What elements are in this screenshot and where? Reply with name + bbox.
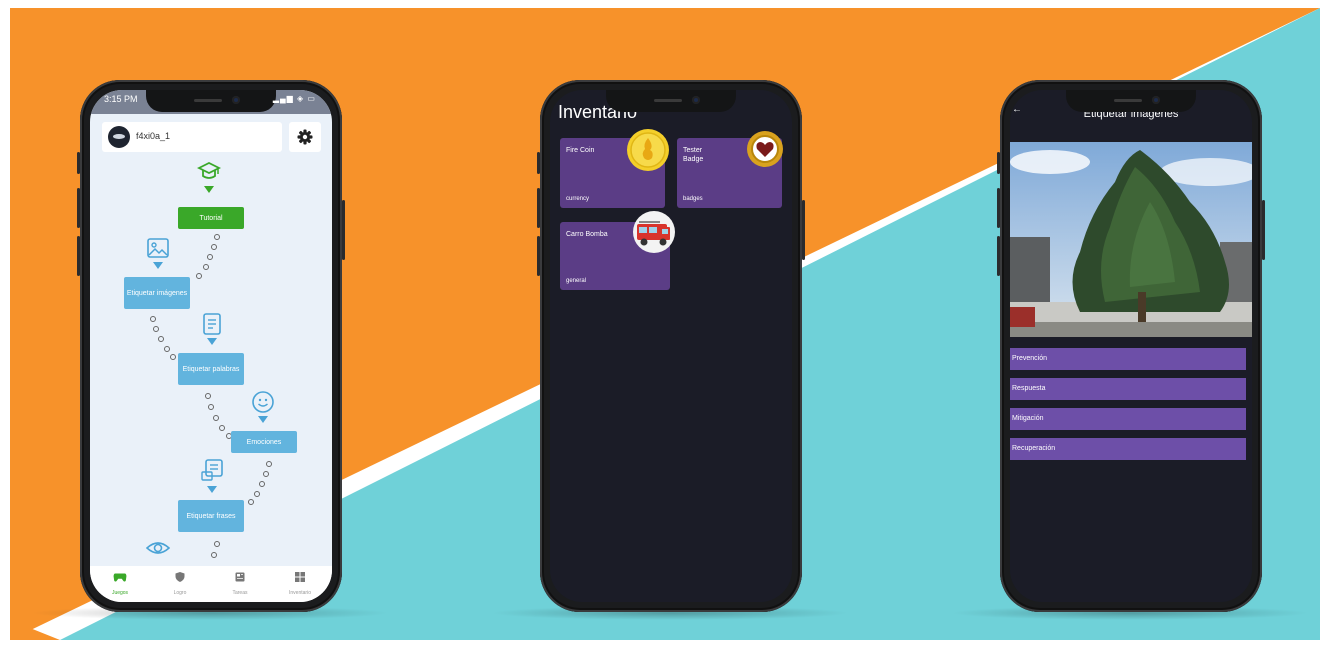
option-prevention-button[interactable]: Prevención <box>1010 348 1246 370</box>
volume-down-button <box>997 236 1000 276</box>
phrases-document-icon <box>201 459 223 481</box>
path-dot <box>208 404 214 410</box>
path-dot <box>150 316 156 322</box>
item-category: general <box>566 278 587 284</box>
nav-inventory-label: Inventario <box>289 590 311 596</box>
path-dot <box>203 264 209 270</box>
bottom-nav: Juegos Logro Tareas Inventario <box>90 566 332 602</box>
heart-badge-icon <box>747 131 783 167</box>
power-button <box>342 200 345 260</box>
item-name: Fire Coin <box>566 147 595 154</box>
fire-truck-icon <box>633 211 675 253</box>
item-name: Tester Badge <box>683 147 704 163</box>
nav-tasks-label: Tareas <box>232 590 248 596</box>
path-dot <box>205 393 211 399</box>
power-button <box>1262 200 1265 260</box>
option-recovery-button[interactable]: Recuperación <box>1010 438 1246 460</box>
path-dot <box>254 491 260 497</box>
path-dot <box>214 541 220 547</box>
settings-button[interactable] <box>289 122 321 152</box>
username: f4xi0a_1 <box>136 131 171 141</box>
notch <box>1066 90 1196 112</box>
path-dot <box>170 354 176 360</box>
newspaper-icon <box>235 572 245 582</box>
screen-games: 3:15 PM ▂▄▆ ◈ ▭ f4xi0a_1 Tutorial Etique… <box>90 90 332 602</box>
path-dot <box>158 336 164 342</box>
screen-label-images: ← Etiquetar imágenes Prevención Respuest… <box>1010 90 1252 602</box>
path-dot <box>211 244 217 250</box>
nav-achievements[interactable]: Logro <box>150 570 210 596</box>
volume-down-button <box>77 236 80 276</box>
gamepad-icon <box>113 573 127 582</box>
nav-achievements-label: Logro <box>173 590 187 596</box>
volume-up-button <box>77 188 80 228</box>
phone-inventory: Inventario Fire Coin currency Tester Bad… <box>537 80 805 612</box>
item-name: Carro Bomba <box>566 231 608 238</box>
path-dot <box>207 254 213 260</box>
smiley-icon <box>252 391 274 413</box>
status-icons: ▂▄▆ ◈ ▭ <box>272 94 316 103</box>
nav-inventory[interactable]: Inventario <box>270 570 330 596</box>
screen-inventory: Inventario Fire Coin currency Tester Bad… <box>550 90 792 602</box>
item-category: currency <box>566 196 590 202</box>
node-label-images[interactable]: Etiquetar imágenes <box>124 277 190 309</box>
notch <box>146 90 276 112</box>
path-dot <box>196 273 202 279</box>
item-category: badges <box>683 196 703 202</box>
path-dot <box>214 234 220 240</box>
volume-up-button <box>537 188 540 228</box>
power-button <box>802 200 805 260</box>
status-time: 3:15 PM <box>104 94 138 104</box>
path-dot <box>266 461 272 467</box>
node-label-words[interactable]: Etiquetar palabras <box>178 353 244 385</box>
document-icon <box>203 313 221 335</box>
user-profile-bar[interactable]: f4xi0a_1 <box>102 122 282 152</box>
option-response-button[interactable]: Respuesta <box>1010 378 1246 400</box>
path-dot <box>153 326 159 332</box>
volume-down-button <box>537 236 540 276</box>
arrow-down-icon <box>204 186 214 193</box>
nav-tasks[interactable]: Tareas <box>210 570 270 596</box>
path-dot <box>213 415 219 421</box>
path-dot <box>211 552 217 558</box>
avatar <box>108 126 130 148</box>
mute-switch <box>997 152 1000 174</box>
image-icon <box>147 238 169 258</box>
tree-photo <box>1010 142 1252 337</box>
phone-label-images: ← Etiquetar imágenes Prevención Respuest… <box>997 80 1265 612</box>
arrow-down-icon <box>153 262 163 269</box>
nav-games-label: Juegos <box>111 590 129 596</box>
path-dot <box>164 346 170 352</box>
path-dot <box>219 425 225 431</box>
arrow-down-icon <box>258 416 268 423</box>
path-dot <box>259 481 265 487</box>
path-dot <box>263 471 269 477</box>
nav-games[interactable]: Juegos <box>90 570 150 596</box>
node-label-phrases[interactable]: Etiquetar frases <box>178 500 244 532</box>
node-tutorial[interactable]: Tutorial <box>178 207 244 229</box>
fire-coin-icon <box>627 129 669 171</box>
phone-games: 3:15 PM ▂▄▆ ◈ ▭ f4xi0a_1 Tutorial Etique… <box>77 80 345 612</box>
gear-icon <box>297 129 313 145</box>
path-dot <box>248 499 254 505</box>
grid-icon <box>295 572 305 582</box>
eye-icon <box>146 542 170 554</box>
volume-up-button <box>997 188 1000 228</box>
notch <box>606 90 736 112</box>
option-mitigation-button[interactable]: Mitigación <box>1010 408 1246 430</box>
shield-icon <box>175 572 185 582</box>
mute-switch <box>537 152 540 174</box>
node-emotions[interactable]: Emociones <box>231 431 297 453</box>
graduation-cap-icon <box>197 161 221 179</box>
arrow-down-icon <box>207 486 217 493</box>
arrow-down-icon <box>207 338 217 345</box>
mute-switch <box>77 152 80 174</box>
